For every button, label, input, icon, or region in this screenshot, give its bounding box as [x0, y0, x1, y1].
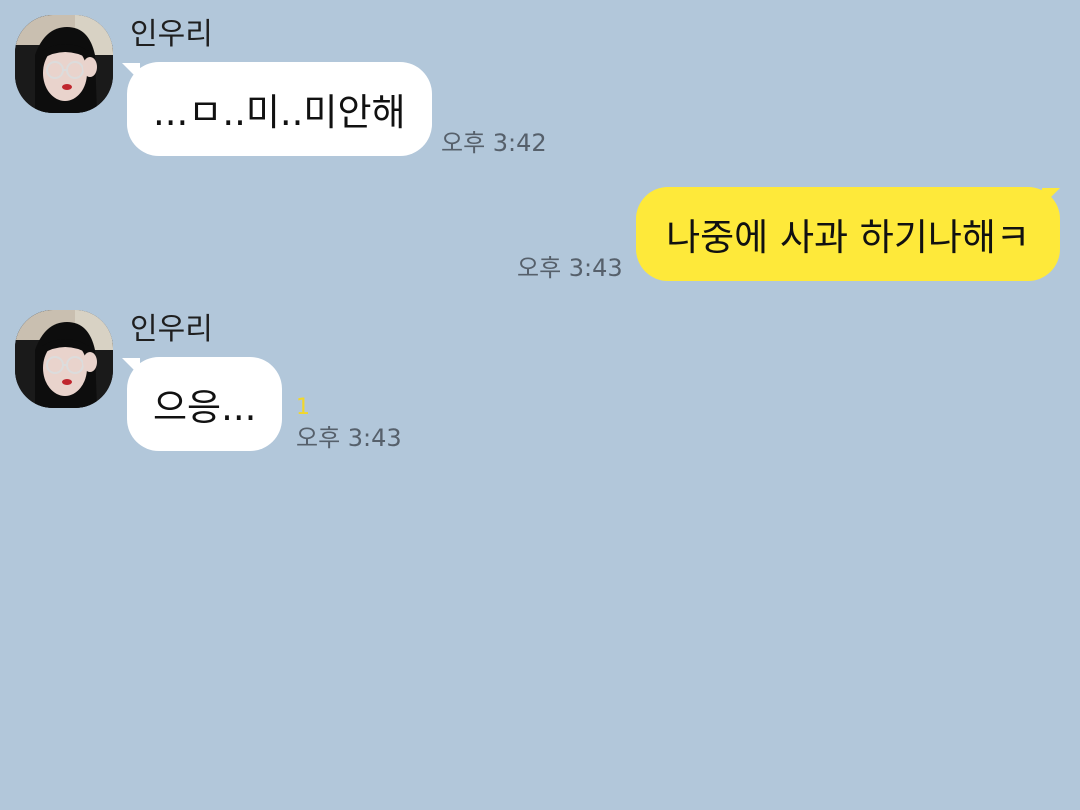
- sender-name: 인우리: [130, 17, 213, 52]
- profile-photo-icon: [15, 310, 113, 408]
- unread-count: 1: [296, 395, 310, 420]
- sender-avatar[interactable]: [15, 15, 113, 113]
- profile-photo-icon: [15, 15, 113, 113]
- message-timestamp: 오후 3:43: [517, 254, 623, 282]
- sender-avatar[interactable]: [15, 310, 113, 408]
- message-bubble[interactable]: 으응...: [127, 357, 283, 451]
- message-bubble[interactable]: 나중에 사과 하기나해ㅋ: [636, 187, 1060, 281]
- message-timestamp: 오후 3:43: [296, 424, 402, 452]
- message-timestamp: 오후 3:42: [441, 129, 547, 157]
- message-bubble[interactable]: ...ㅁ..미..미안해: [127, 62, 432, 156]
- sender-name: 인우리: [130, 312, 213, 347]
